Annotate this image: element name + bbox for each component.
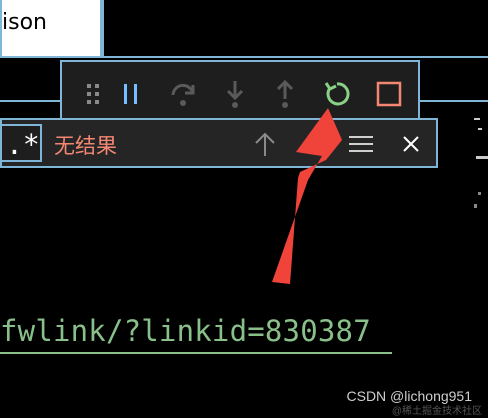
arrow-up-icon [255,132,275,156]
editor-tab-title: ison [2,10,47,35]
tab-bar-frame [102,0,488,58]
debug-toolbar [60,60,420,126]
step-out-icon [276,79,294,108]
step-over-icon [171,83,195,106]
pause-icon [124,84,137,104]
minimap-fragment [478,128,482,130]
link-underline [0,352,392,354]
close-find-button[interactable] [394,128,428,160]
pause-button[interactable] [114,76,148,112]
step-into-icon [226,81,244,108]
minimap-fragment [476,156,488,159]
find-status-text: 无结果 [54,134,117,158]
minimap-fragment [474,118,480,120]
watermark-subtext: @稀土掘金技术社区 [391,406,482,417]
find-widget: .* 无结果 [0,118,438,168]
step-out-button[interactable] [268,76,302,112]
editor-link[interactable]: fwlink/?linkid=830387 [0,314,371,348]
close-icon [403,136,419,152]
stop-button[interactable] [372,76,406,112]
restart-icon [324,82,350,106]
editor-tab[interactable]: ison [0,0,102,58]
drag-gripper-icon[interactable] [76,76,110,112]
previous-match-button[interactable] [248,128,282,160]
find-in-selection-button[interactable] [344,128,378,160]
stop-icon [376,81,402,107]
step-over-button[interactable] [166,76,200,112]
regex-toggle[interactable]: .* [2,124,42,162]
step-into-button[interactable] [218,76,252,112]
minimap-fragment [478,192,481,195]
regex-icon: .* [6,128,40,161]
lines-icon [349,136,373,152]
minimap-fragment [474,204,477,208]
restart-button[interactable] [320,76,354,112]
